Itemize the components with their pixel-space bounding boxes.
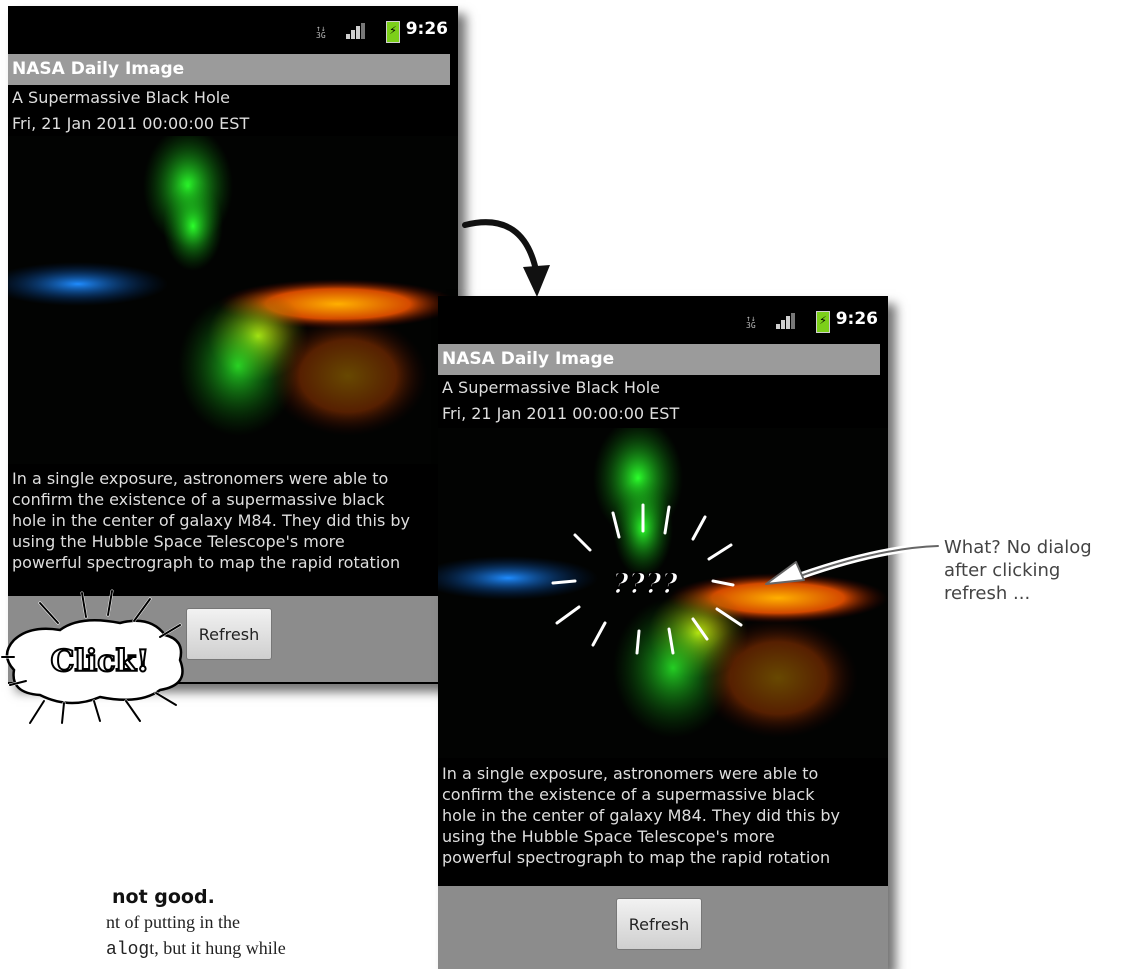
battery-charging-icon: [816, 311, 830, 333]
description-line: using the Hubble Space Telescope's more: [442, 827, 775, 846]
status-clock: 9:26: [835, 309, 878, 329]
callout-arrow-icon: [765, 542, 940, 585]
annotation-note: What? No dialog after clicking refresh .…: [944, 536, 1124, 605]
description-line: In a single exposure, astronomers were a…: [442, 764, 819, 783]
description-line: confirm the existence of a supermassive …: [12, 490, 385, 509]
image-date: Fri, 21 Jan 2011 00:00:00 EST: [12, 114, 250, 133]
status-bar: ↑↓3G 9:26: [438, 296, 888, 344]
body-text-line: nt of putting in the: [106, 912, 240, 932]
button-bar: Refresh: [438, 886, 888, 969]
image-title: A Supermassive Black Hole: [442, 378, 661, 397]
body-text-fragment: t, but it hung while: [149, 938, 286, 958]
click-burst-label: Click!: [51, 644, 150, 679]
image-description: In a single exposure, astronomers were a…: [442, 763, 888, 868]
note-line: refresh ...: [944, 583, 1031, 604]
app-title: NASA Daily Image: [8, 54, 450, 85]
black-hole-image: [8, 136, 458, 464]
body-text-line: alogt, but it hung while: [106, 938, 286, 960]
image-date: Fri, 21 Jan 2011 00:00:00 EST: [442, 404, 680, 423]
description-line: hole in the center of galaxy M84. They d…: [12, 511, 411, 530]
section-heading: not good.: [112, 886, 215, 908]
description-line: powerful spectrograph to map the rapid r…: [12, 553, 401, 572]
description-line: using the Hubble Space Telescope's more: [12, 532, 345, 551]
image-title: A Supermassive Black Hole: [12, 88, 231, 107]
transition-arrow-icon: [462, 219, 550, 297]
data-network-icon: ↑↓ 3G: [746, 314, 756, 330]
click-burst-icon: Click!: [0, 589, 184, 725]
refresh-button[interactable]: Refresh: [616, 898, 702, 950]
description-line: confirm the existence of a supermassive …: [442, 785, 815, 804]
status-clock: 9:26: [405, 19, 448, 39]
signal-bars-icon: [776, 313, 796, 329]
status-bar: ↑↓3G 9:26: [8, 6, 458, 54]
phone-screen-before: ↑↓3G 9:26 NASA Daily Image A Supermassiv…: [8, 6, 458, 684]
description-line: powerful spectrograph to map the rapid r…: [442, 848, 831, 867]
question-burst-icon: ????: [551, 503, 743, 655]
app-title: NASA Daily Image: [438, 344, 880, 375]
description-line: hole in the center of galaxy M84. They d…: [442, 806, 841, 825]
data-network-icon: ↑↓ 3G: [316, 24, 326, 40]
note-line: after clicking: [944, 560, 1061, 581]
signal-bars-icon: [346, 23, 366, 39]
description-line: In a single exposure, astronomers were a…: [12, 469, 389, 488]
note-line: What? No dialog: [944, 537, 1092, 558]
battery-charging-icon: [386, 21, 400, 43]
image-description: In a single exposure, astronomers were a…: [12, 468, 458, 573]
code-fragment: alog: [106, 940, 150, 960]
question-burst-label: ????: [612, 567, 678, 600]
